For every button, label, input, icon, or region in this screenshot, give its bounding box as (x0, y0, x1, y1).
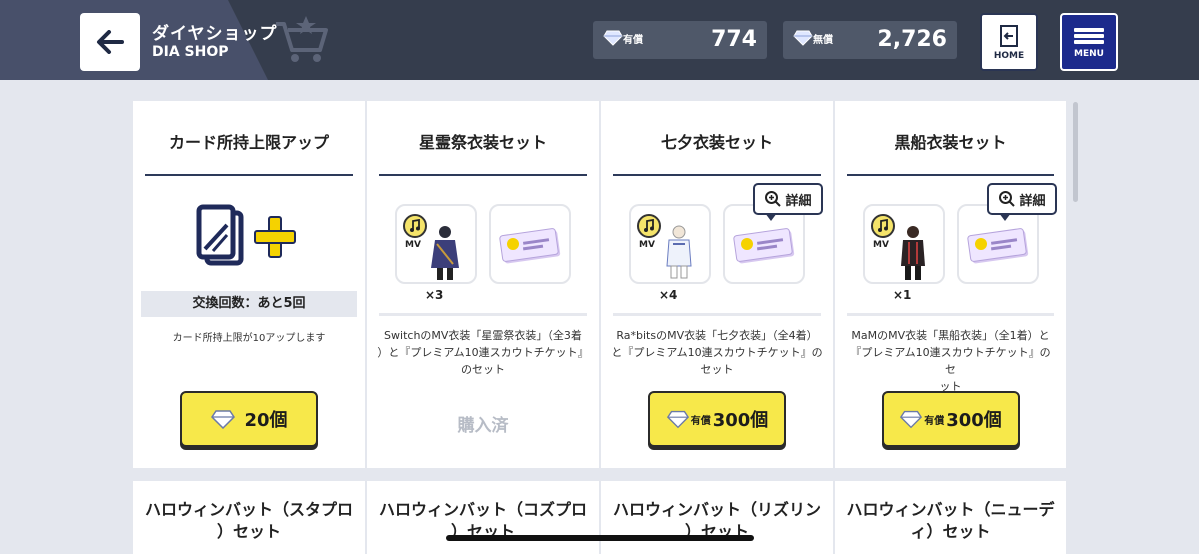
top-bar: ダイヤショップ DIA SHOP 有償 774 無償 2,726 HOME ME… (0, 0, 1199, 80)
hamburger-icon (1074, 26, 1104, 46)
diamond-icon (793, 30, 813, 46)
shop-card-halloween-rhythmlink[interactable]: ハロウィンバット（リズリン ）セット (601, 481, 833, 554)
card-title: ハロウィンバット（ニューデ ィ）セット (846, 500, 1055, 541)
price-label: 20個 (244, 410, 288, 431)
card-description: Ra*bitsのMV衣装「七夕衣装」（全4着） と『プレミアム10連スカウトチケ… (611, 329, 823, 376)
mv-costume-thumb[interactable]: MV (863, 204, 945, 284)
costume-figure-icon (431, 226, 459, 280)
buy-button[interactable]: 有償 300個 (648, 391, 786, 447)
menu-button[interactable]: MENU (1060, 13, 1118, 71)
shop-card-card-limit: カード所持上限アップ 交換回数：あと5回 カード所持上限が10アップします 20… (133, 101, 365, 468)
paid-dia-counter: 有償 774 (593, 21, 767, 59)
mv-costume-thumb[interactable]: MV (395, 204, 477, 284)
title-divider (613, 174, 821, 176)
scout-ticket-thumb[interactable] (723, 204, 805, 284)
card-description: MaMのMV衣装「黒船衣装」（全1着）と 『プレミアム10連スカウトチケット』の… (850, 329, 1051, 393)
shop-card-halloween-starpro[interactable]: ハロウィンバット（スタプロ ）セット (133, 481, 365, 554)
music-note-icon (403, 214, 427, 238)
scout-ticket-icon (733, 228, 795, 264)
free-amount: 2,726 (877, 27, 947, 52)
page-subtitle: DIA SHOP (152, 44, 229, 60)
music-note-icon (871, 214, 895, 238)
card-title: ハロウィンバット（スタプロ ）セット (144, 500, 353, 541)
quantity: ×3 (425, 288, 444, 302)
scout-ticket-icon (499, 228, 561, 264)
exit-door-icon (1000, 24, 1018, 47)
costume-figure-icon (666, 225, 692, 279)
buy-button[interactable]: 20個 (180, 391, 318, 447)
diamond-icon (211, 410, 236, 429)
cart-icon (276, 16, 328, 62)
detail-button[interactable]: 詳細 (987, 183, 1057, 221)
purchased-status: 購入済 (457, 416, 509, 436)
menu-label: MENU (1074, 48, 1104, 59)
price-label: 300個 (946, 410, 1002, 431)
home-label: HOME (993, 50, 1025, 61)
paid-tag: 有償 (690, 415, 711, 427)
free-dia-counter: 無償 2,726 (783, 21, 957, 59)
card-title: 黒船衣装セット (894, 133, 1007, 152)
title-divider (379, 174, 587, 176)
exchange-count: 交換回数：あと5回 (141, 291, 357, 317)
card-title: 七夕衣装セット (660, 133, 773, 152)
scout-ticket-icon (967, 228, 1029, 264)
shop-card-seireisai: 星霊祭衣装セット MV ×3 SwitchのMV衣装「星霊祭衣装」（全3着 ）と… (367, 101, 599, 468)
zoom-plus-icon (765, 191, 782, 207)
diamond-icon (666, 410, 689, 429)
scout-ticket-thumb[interactable] (957, 204, 1039, 284)
card-description: カード所持上限が10アップします (172, 333, 326, 344)
home-indicator[interactable] (446, 535, 754, 541)
paid-amount: 774 (711, 27, 757, 52)
shop-card-tanabata: 七夕衣装セット MV ×4 詳細 Ra*bitsのMV衣装「七夕衣装」（全4着）… (601, 101, 833, 468)
card-description: SwitchのMV衣装「星霊祭衣装」（全3着 ）と『プレミアム10連スカウトチケ… (377, 329, 589, 376)
free-label: 無償 (813, 34, 833, 46)
mv-costume-thumb[interactable]: MV (629, 204, 711, 284)
back-arrow-icon (97, 30, 124, 54)
back-button[interactable] (80, 13, 140, 71)
page-title: ダイヤショップ (152, 24, 278, 44)
title-divider (847, 174, 1054, 176)
home-button[interactable]: HOME (980, 13, 1038, 71)
shop-card-kurofune: 黒船衣装セット MV ×1 詳細 MaMのMV衣装「黒船衣装」（全1着）と 『プ… (835, 101, 1066, 468)
music-note-icon (637, 214, 661, 238)
card-plus-icon (196, 204, 296, 266)
costume-figure-icon (901, 226, 925, 280)
quantity: ×4 (659, 288, 678, 302)
title-divider (145, 174, 353, 176)
quantity: ×1 (893, 288, 912, 302)
diamond-icon (603, 30, 623, 46)
diamond-icon (900, 410, 923, 429)
card-title: 星霊祭衣装セット (418, 133, 547, 152)
buy-button[interactable]: 有償 300個 (881, 391, 1020, 447)
paid-label: 有償 (623, 34, 643, 46)
shop-card-halloween-cospro[interactable]: ハロウィンバット（コズプロ ）セット (367, 481, 599, 554)
paid-tag: 有償 (924, 415, 945, 427)
card-title: カード所持上限アップ (168, 133, 329, 152)
zoom-plus-icon (999, 191, 1016, 207)
scrollbar[interactable] (1073, 102, 1078, 202)
detail-button[interactable]: 詳細 (753, 183, 823, 221)
price-label: 300個 (712, 410, 769, 431)
shop-card-halloween-newdi[interactable]: ハロウィンバット（ニューデ ィ）セット (835, 481, 1066, 554)
scout-ticket-thumb[interactable] (489, 204, 571, 284)
